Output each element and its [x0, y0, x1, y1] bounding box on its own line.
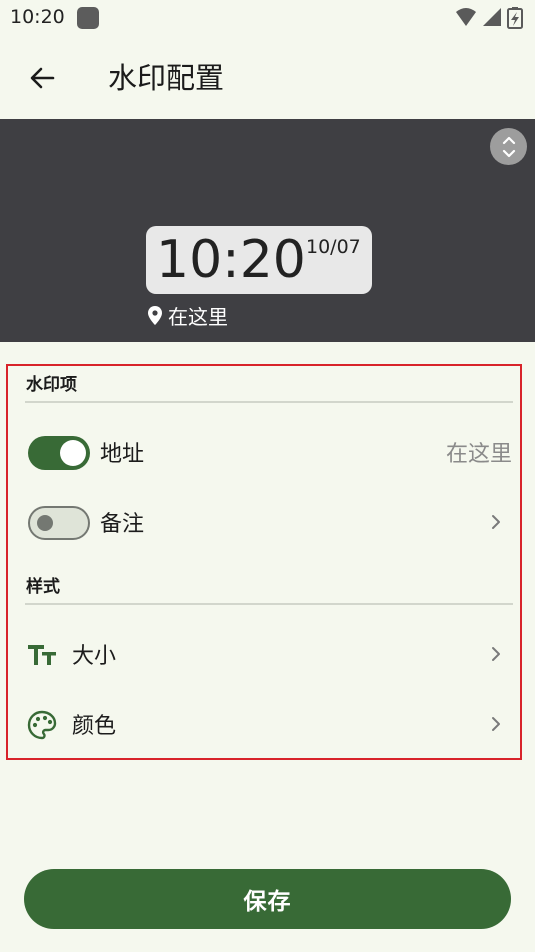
- toggle-knob: [37, 515, 53, 531]
- watermark-date: 10/07: [306, 236, 361, 258]
- watermark-settings-panel: 水印项 地址 在这里 备注 样式 大小 颜色: [6, 364, 522, 760]
- section-header-items: 水印项: [26, 375, 77, 395]
- page-title: 水印配置: [108, 61, 225, 95]
- watermark-location-text: 在这里: [168, 305, 228, 329]
- note-toggle[interactable]: [28, 506, 90, 540]
- chevron-up-down-icon: [502, 136, 515, 157]
- arrow-left-icon: [30, 67, 55, 89]
- location-pin-icon: [148, 306, 162, 325]
- note-row[interactable]: 备注: [8, 489, 520, 555]
- app-bar: 水印配置: [0, 38, 535, 118]
- back-button[interactable]: [20, 56, 64, 100]
- size-label: 大小: [72, 644, 117, 669]
- notification-app-icon: [77, 7, 99, 29]
- size-row[interactable]: 大小: [8, 621, 520, 687]
- note-label: 备注: [100, 512, 145, 537]
- address-row[interactable]: 地址 在这里: [8, 419, 520, 485]
- watermark-location: 在这里: [148, 301, 228, 330]
- chevron-right-icon: [492, 515, 500, 529]
- address-value: 在这里: [445, 442, 512, 467]
- text-size-icon: [28, 645, 56, 665]
- watermark-time-box: 10:20 10/07: [146, 226, 372, 294]
- divider: [25, 603, 513, 605]
- expand-preview-button[interactable]: [490, 128, 527, 165]
- status-time: 10:20: [10, 6, 65, 28]
- address-toggle[interactable]: [28, 436, 90, 470]
- chevron-right-icon: [492, 647, 500, 661]
- wifi-icon: [456, 8, 476, 26]
- chevron-right-icon: [492, 717, 500, 731]
- palette-icon: [27, 710, 57, 740]
- section-header-style: 样式: [26, 577, 60, 597]
- divider: [25, 401, 513, 403]
- color-row[interactable]: 颜色: [8, 691, 520, 757]
- cellular-signal-icon: [483, 8, 501, 26]
- toggle-knob: [60, 440, 86, 466]
- status-bar: 10:20: [0, 0, 535, 38]
- address-label: 地址: [100, 442, 145, 467]
- status-icons: [455, 7, 527, 29]
- color-label: 颜色: [72, 714, 117, 739]
- battery-icon: [507, 7, 523, 29]
- watermark-time: 10:20: [156, 230, 306, 290]
- save-button[interactable]: 保存: [24, 869, 511, 929]
- watermark-preview: 10:20 10/07 在这里: [0, 119, 535, 342]
